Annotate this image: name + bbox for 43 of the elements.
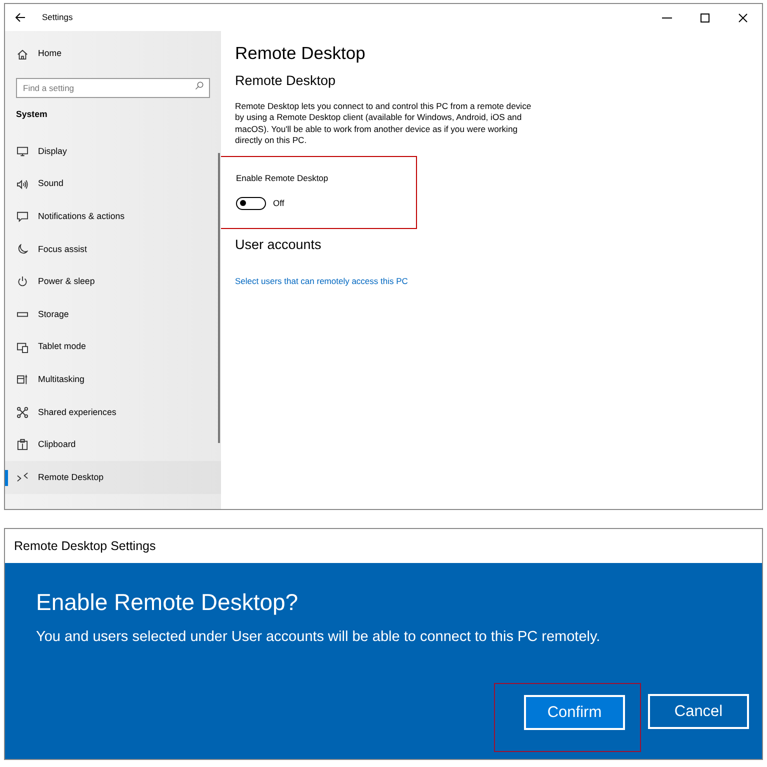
link[interactable]: Select users that can remotely access this PC	[235, 276, 408, 286]
display-icon	[17, 146, 28, 157]
dialog-heading: Enable Remote Desktop?	[36, 589, 300, 617]
speaker-icon	[17, 178, 28, 190]
window-title: Settings	[42, 11, 73, 24]
shared-icon	[17, 406, 28, 418]
sidebar-item[interactable]: Shared experiences	[5, 396, 221, 429]
remote-icon	[17, 472, 28, 483]
home-icon	[17, 48, 28, 60]
confirm-button[interactable]: Confirm	[524, 695, 625, 730]
section-heading: User accounts	[235, 236, 322, 253]
sidebar-item[interactable]: Power & sleep	[5, 266, 221, 298]
sidebar-item[interactable]: Clipboard	[5, 428, 221, 462]
scrollbar[interactable]	[218, 153, 220, 443]
toggle-state: Off	[273, 198, 284, 208]
dialog-message: You and users selected under User accounts will be able to connect to this PC remotely.	[36, 628, 602, 647]
toggle-label: Enable Remote Desktop	[236, 172, 330, 185]
message-icon	[17, 211, 28, 222]
multitasking-icon	[17, 374, 28, 386]
sidebar-item[interactable]: Sound	[5, 168, 221, 200]
page-title: Remote Desktop	[235, 43, 366, 64]
section-heading: Remote Desktop	[235, 73, 337, 90]
sidebar-item[interactable]: Multitasking	[5, 363, 221, 396]
maximize-icon	[700, 12, 710, 22]
tablet-icon	[17, 342, 28, 353]
sidebar-item[interactable]: Notifications & actions	[5, 200, 221, 233]
sidebar-item[interactable]: Storage	[5, 298, 221, 331]
power-icon	[17, 276, 28, 288]
home-link[interactable]: Home	[5, 41, 221, 67]
moon-icon	[17, 244, 28, 255]
back-icon[interactable]	[15, 13, 25, 22]
clipboard-icon	[17, 439, 28, 450]
toggle-switch[interactable]	[236, 197, 266, 210]
description-text: Remote Desktop lets you connect to and control this PC from a remote device by using a Remote Desktop client (available for Windows, Android, iOS and macOS). You'll be able to work from another device as if you were working directly on this PC.	[235, 101, 532, 146]
search-field[interactable]: Find a setting	[16, 78, 210, 98]
sidebar-item[interactable]: Focus assist	[5, 232, 221, 266]
search-icon[interactable]	[195, 80, 204, 90]
sidebar-item[interactable]: Display	[5, 135, 221, 168]
section-heading: System	[15, 108, 48, 121]
close-icon	[738, 12, 748, 22]
cancel-button[interactable]: Cancel	[648, 694, 749, 729]
sidebar-item[interactable]: Remote Desktop	[5, 461, 221, 494]
sidebar-item[interactable]: Tablet mode	[5, 330, 221, 364]
